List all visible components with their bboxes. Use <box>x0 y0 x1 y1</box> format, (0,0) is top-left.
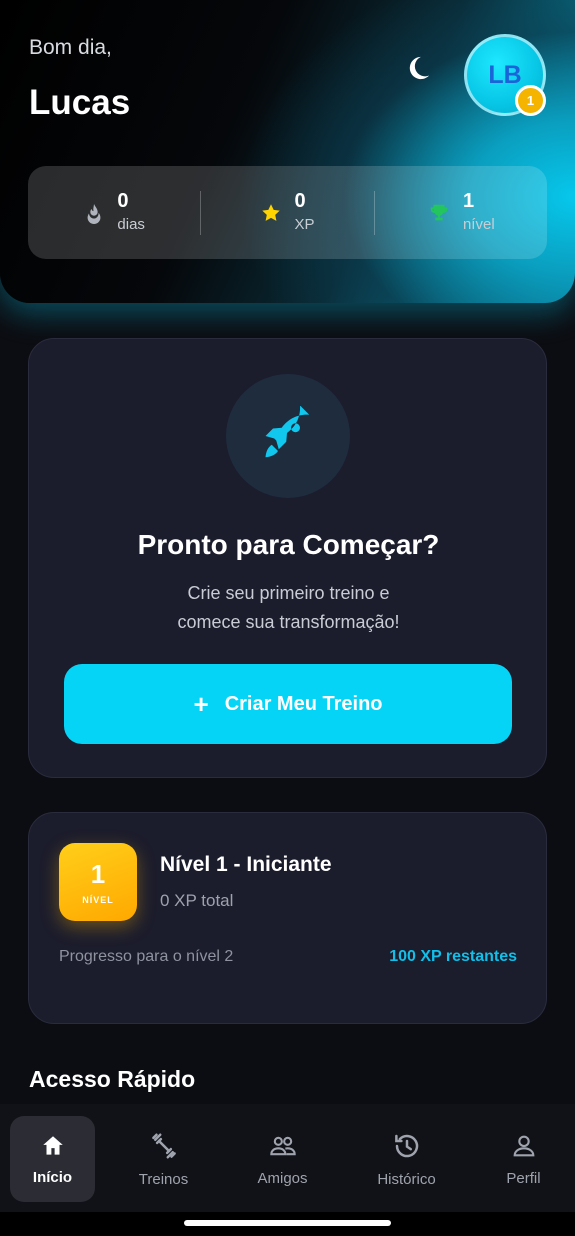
start-workout-card: Pronto para Começar? Crie seu primeiro t… <box>28 338 547 778</box>
level-badge: 1 NÍVEL <box>59 843 137 921</box>
stat-value: 0 <box>294 189 306 212</box>
avatar-initials: LB <box>488 60 522 89</box>
nav-item-profile[interactable]: Perfil <box>481 1116 566 1202</box>
friends-icon <box>269 1136 296 1155</box>
start-subtitle-line: Crie seu primeiro treino e <box>187 583 390 603</box>
start-subtitle-line: comece sua transformação! <box>177 612 400 632</box>
level-badge-number: 1 <box>90 859 106 889</box>
avatar-level-badge: 1 <box>515 85 546 116</box>
rocket-icon <box>265 406 310 458</box>
level-card: 1 NÍVEL Nível 1 - Iniciante 0 XP total P… <box>28 812 547 1024</box>
start-subtitle: Crie seu primeiro treino e comece sua tr… <box>29 579 548 637</box>
nav-item-history[interactable]: Histórico <box>364 1116 449 1202</box>
stat-label: XP <box>294 215 315 233</box>
home-indicator[interactable] <box>184 1220 391 1226</box>
header: Bom dia, Lucas LB 1 0 dias 0 XP 1 nível <box>0 0 575 303</box>
stat-value: 0 <box>117 189 129 212</box>
nav-label: Histórico <box>377 1170 436 1188</box>
quick-access-title: Acesso Rápido <box>29 1066 196 1092</box>
level-xp-total: 0 XP total <box>160 891 234 910</box>
nav-item-friends[interactable]: Amigos <box>240 1116 325 1202</box>
dumbbell-icon <box>151 1133 176 1158</box>
bottom-nav: Início Treinos Amigos Histórico Perfil <box>0 1104 575 1212</box>
nav-item-home[interactable]: Início <box>10 1116 95 1202</box>
level-badge-text: NÍVEL <box>82 895 114 905</box>
level-title: Nível 1 - Iniciante <box>160 853 332 876</box>
username: Lucas <box>29 83 131 122</box>
nav-label: Treinos <box>138 1170 189 1188</box>
stat-level: 1 nível <box>375 166 547 259</box>
nav-item-workouts[interactable]: Treinos <box>121 1116 206 1202</box>
nav-label: Início <box>32 1168 73 1186</box>
person-icon <box>513 1135 534 1156</box>
history-icon <box>394 1134 418 1157</box>
stats-bar: 0 dias 0 XP 1 nível <box>28 166 547 259</box>
trophy-icon <box>430 204 448 220</box>
greeting: Bom dia, <box>29 36 112 59</box>
stat-label: dias <box>117 215 145 233</box>
progress-remaining: 100 XP restantes <box>389 948 517 965</box>
stat-streak: 0 dias <box>28 166 200 259</box>
create-workout-label: Criar Meu Treino <box>224 692 383 715</box>
plus-icon: + <box>193 689 209 719</box>
progress-label: Progresso para o nível 2 <box>59 948 234 965</box>
moon-icon <box>409 56 430 80</box>
create-workout-button[interactable]: + Criar Meu Treino <box>64 664 512 744</box>
flame-icon <box>87 203 101 224</box>
nav-label: Perfil <box>506 1169 541 1187</box>
stat-value: 1 <box>462 189 475 212</box>
start-title: Pronto para Começar? <box>137 529 440 560</box>
theme-toggle-button[interactable] <box>402 52 434 84</box>
stat-label: nível <box>462 215 495 233</box>
star-icon <box>262 203 281 221</box>
nav-label: Amigos <box>257 1169 308 1187</box>
rocket-badge <box>226 374 350 498</box>
home-icon <box>42 1135 63 1155</box>
stat-xp: 0 XP <box>201 166 373 259</box>
